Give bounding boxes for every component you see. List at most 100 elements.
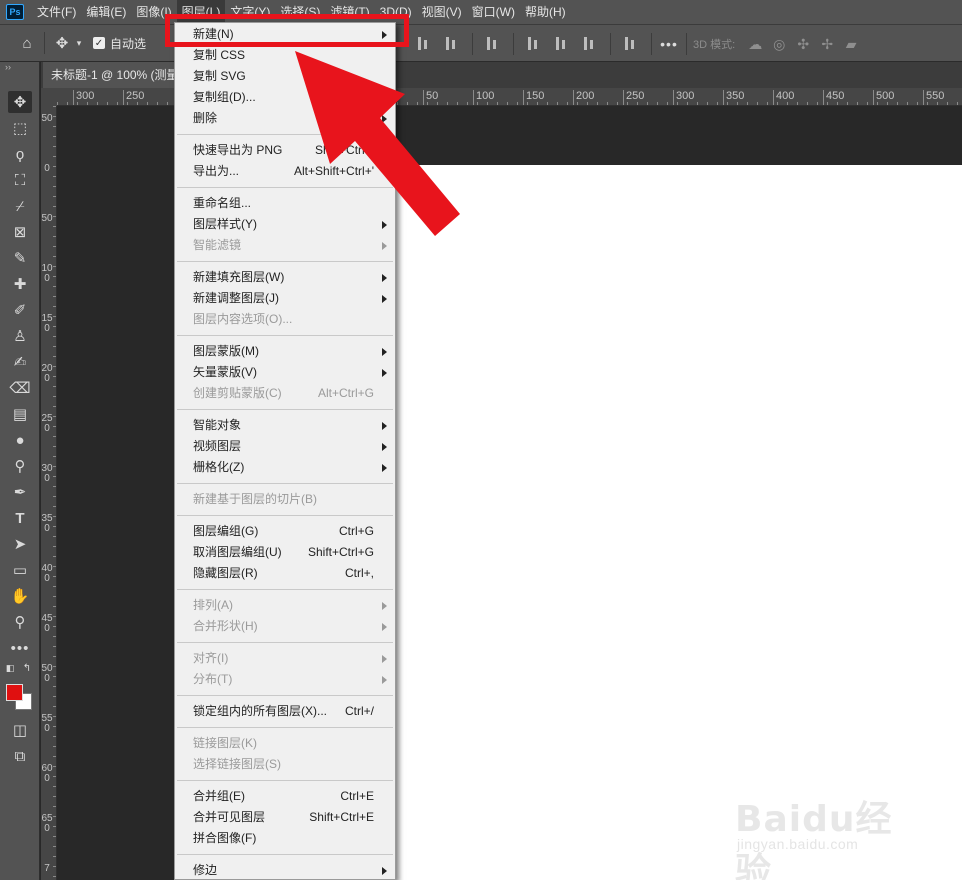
submenu-arrow-icon (382, 867, 387, 875)
menu-item[interactable]: 文件(F) (32, 0, 81, 24)
type-tool-icon[interactable]: T (8, 507, 32, 529)
align-top-icon[interactable] (524, 34, 544, 54)
layer-menu-item[interactable]: 矢量蒙版(V) (175, 362, 395, 383)
more-options-icon[interactable]: ••• (658, 33, 680, 55)
ruler-label: 350 (723, 90, 744, 105)
lasso-tool-icon[interactable]: ϙ (8, 143, 32, 165)
divider (472, 33, 473, 55)
submenu-arrow-icon (382, 369, 387, 377)
collapse-icon[interactable]: ›› (0, 62, 39, 72)
ruler-label: 400 (773, 90, 794, 105)
layer-menu-item: 分布(T) (175, 669, 395, 690)
layer-menu-item[interactable]: 隐藏图层(R) Ctrl+, (175, 563, 395, 584)
hand-tool-icon[interactable]: ✋ (8, 585, 32, 607)
document-canvas[interactable] (396, 165, 962, 880)
marquee-tool-icon[interactable]: ⬚ (8, 117, 32, 139)
menu-item-label: 合并可见图层 (193, 810, 266, 824)
stamp-tool-icon[interactable]: ♙ (8, 325, 32, 347)
eraser-tool-icon[interactable]: ⌫ (8, 377, 32, 399)
layer-menu-item[interactable]: 新建调整图层(J) (175, 288, 395, 309)
layer-menu-item[interactable]: 修边 (175, 860, 395, 880)
3d-slide-icon[interactable]: ✢ (817, 35, 837, 53)
layer-menu-item[interactable]: 智能对象 (175, 415, 395, 436)
move-tool-icon[interactable]: ✥ (8, 91, 32, 113)
menu-item[interactable]: 窗口(W) (467, 0, 520, 24)
menu-item-shortcut: Ctrl+E (340, 789, 374, 803)
menu-item[interactable]: 视图(V) (417, 0, 467, 24)
foreground-color-swatch[interactable] (6, 684, 23, 701)
distribute-icon[interactable] (483, 34, 503, 54)
layer-menu-item: 创建剪贴蒙版(C) Alt+Ctrl+G (175, 383, 395, 404)
auto-select-label: 自动选 (110, 36, 147, 51)
layer-menu-item[interactable]: 合并组(E) Ctrl+E (175, 786, 395, 807)
menu-bar: Ps 文件(F) 编辑(E) 图像(I) 图层(L) 文字(Y) 选择(S) 滤镜(T) 3D… (0, 0, 962, 24)
move-tool-icon[interactable]: ✥ (51, 32, 73, 54)
layer-menu-item[interactable]: 视频图层 (175, 436, 395, 457)
layer-menu-item[interactable]: 栅格化(Z) (175, 457, 395, 478)
history-brush-tool-icon[interactable]: ✍ (8, 351, 32, 373)
layer-menu-item: 新建基于图层的切片(B) (175, 489, 395, 510)
home-icon[interactable]: ⌂ (16, 32, 38, 54)
screen-mode-icon[interactable]: ⧉ (8, 745, 32, 767)
menu-item-label: 分布(T) (193, 672, 233, 686)
align-middle-icon[interactable] (552, 34, 572, 54)
dodge-tool-icon[interactable]: ⚲ (8, 455, 32, 477)
vertical-ruler: 50 0 50 100 150 200 250 300 350 400 450 500 550 600 65… (41, 106, 57, 880)
quick-mask-icon[interactable]: ◫ (8, 719, 32, 741)
menu-item[interactable]: 帮助(H) (520, 0, 571, 24)
align-buttons: ••• 3D 模式: ☁ ◎ ✣ ✢ ▰ (410, 25, 863, 63)
layer-menu-item[interactable]: 合并可见图层 Shift+Ctrl+E (175, 807, 395, 828)
auto-select-checkbox[interactable]: ✓ (93, 37, 105, 49)
layer-menu-item[interactable]: 锁定组内的所有图层(X)... Ctrl+/ (175, 701, 395, 722)
ruler-label: 200 (573, 90, 594, 105)
watermark-url: jingyan.baidu.com (737, 836, 859, 852)
menu-item-label: 复制组(D)... (193, 90, 256, 104)
divider (513, 33, 514, 55)
3d-pan-icon[interactable]: ✣ (793, 35, 813, 53)
chevron-down-icon[interactable]: ▾ (73, 32, 85, 54)
menu-item-label: 选择链接图层(S) (193, 757, 281, 771)
more-tools-icon[interactable]: ••• (8, 637, 32, 659)
zoom-tool-icon[interactable]: ⚲ (8, 611, 32, 633)
menu-item-label: 智能滤镜 (193, 238, 242, 252)
default-colors-icon[interactable]: ◧ (4, 662, 16, 674)
menu-separator (175, 478, 395, 489)
layer-menu-item[interactable]: 取消图层编组(U) Shift+Ctrl+G (175, 542, 395, 563)
blur-tool-icon[interactable]: ● (8, 429, 32, 451)
divider (610, 33, 611, 55)
layer-menu-item: 图层内容选项(O)... (175, 309, 395, 330)
menu-item[interactable]: 编辑(E) (81, 0, 131, 24)
submenu-arrow-icon (382, 422, 387, 430)
layer-menu-item[interactable]: 图层蒙版(M) (175, 341, 395, 362)
menu-item-label: 图层内容选项(O)... (193, 312, 293, 326)
menu-item-label: 新建基于图层的切片(B) (193, 492, 317, 506)
3d-orbit-icon[interactable]: ☁ (745, 35, 765, 53)
layer-menu-item[interactable]: 图层编组(G) Ctrl+G (175, 521, 395, 542)
frame-tool-icon[interactable]: ⊠ (8, 221, 32, 243)
document-tab[interactable]: 未标题-1 @ 100% (测量 (43, 62, 183, 88)
rectangle-tool-icon[interactable]: ▭ (8, 559, 32, 581)
layer-menu-item[interactable]: 新建填充图层(W) (175, 267, 395, 288)
photoshop-logo: Ps (6, 4, 24, 20)
align-bottom-icon[interactable] (580, 34, 600, 54)
menu-item-label: 取消图层编组(U) (193, 545, 282, 559)
layer-menu-item: 链接图层(K) (175, 733, 395, 754)
eyedropper-tool-icon[interactable]: ✎ (8, 247, 32, 269)
3d-camera-icon[interactable]: ▰ (841, 35, 861, 53)
path-select-tool-icon[interactable]: ➤ (8, 533, 32, 555)
gradient-tool-icon[interactable]: ▤ (8, 403, 32, 425)
crop-tool-icon[interactable]: ⌿ (8, 195, 32, 217)
layer-menu-item[interactable]: 拼合图像(F) (175, 828, 395, 849)
menu-item-label: 排列(A) (193, 598, 233, 612)
brush-tool-icon[interactable]: ✐ (8, 299, 32, 321)
pen-tool-icon[interactable]: ✒ (8, 481, 32, 503)
object-select-tool-icon[interactable]: ⛶ (8, 169, 32, 191)
ruler-label: 0 (44, 163, 50, 174)
layer-menu-item: 排列(A) (175, 595, 395, 616)
distribute-vertical-icon[interactable] (621, 34, 641, 54)
menu-item-label: 重命名组... (193, 196, 252, 210)
healing-tool-icon[interactable]: ✚ (8, 273, 32, 295)
3d-roll-icon[interactable]: ◎ (769, 35, 789, 53)
submenu-arrow-icon (382, 655, 387, 663)
swap-colors-icon[interactable]: ↰ (20, 662, 34, 674)
